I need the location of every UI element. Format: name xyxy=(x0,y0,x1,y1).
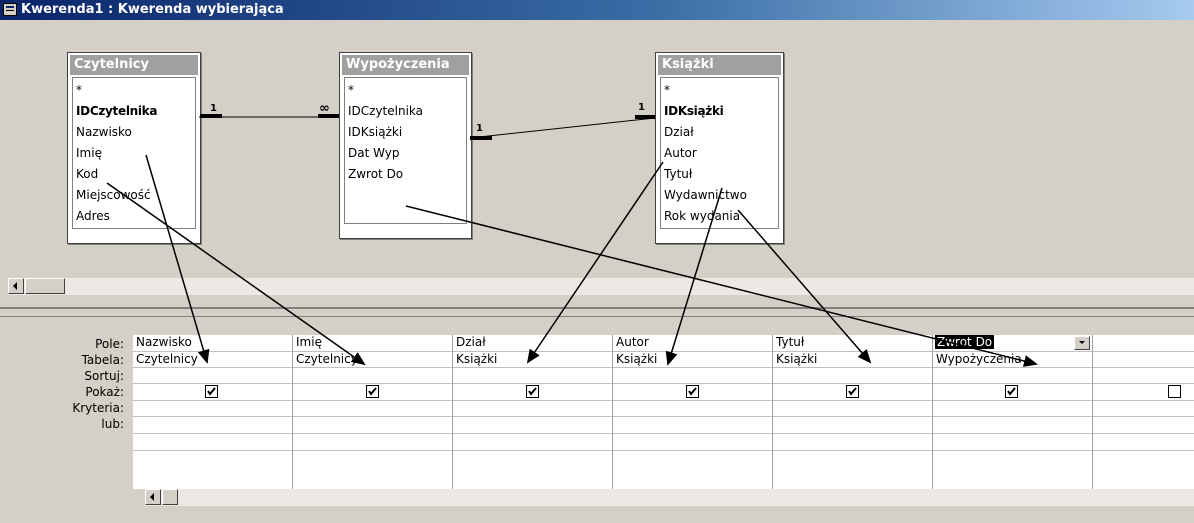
check-mark-icon xyxy=(207,387,216,396)
show-checkbox[interactable] xyxy=(1005,385,1018,398)
grid-cell-sort[interactable] xyxy=(613,368,773,384)
dropdown-arrow-icon[interactable] xyxy=(1074,336,1090,350)
pane-splitter[interactable] xyxy=(0,307,1194,317)
row-label-kryteria: Kryteria: xyxy=(72,401,124,415)
grid-cell-empty[interactable] xyxy=(293,451,453,489)
grid-cell-criteria[interactable] xyxy=(453,401,613,417)
grid-cell-or[interactable] xyxy=(933,417,1093,434)
selected-field-text: Zwrot Do xyxy=(935,335,995,349)
grid-cell-sort[interactable] xyxy=(773,368,933,384)
check-mark-icon xyxy=(848,387,857,396)
design-pane-scrollbar[interactable] xyxy=(8,278,1194,295)
grid-cell-empty[interactable] xyxy=(133,451,293,489)
row-label-sortuj: Sortuj: xyxy=(84,369,124,383)
show-checkbox[interactable] xyxy=(366,385,379,398)
row-label-tabela: Tabela: xyxy=(81,353,124,367)
row-label-pokaz: Pokaż: xyxy=(85,385,124,399)
grid-cell-show xyxy=(613,384,773,401)
relationship-end-marker xyxy=(635,115,655,119)
relationship-lines: 1 ∞ 1 1 xyxy=(199,101,656,140)
scroll-left-icon[interactable] xyxy=(8,278,24,294)
grid-cell-sort[interactable] xyxy=(933,368,1093,384)
grid-cell-table[interactable] xyxy=(1093,352,1194,368)
grid-cell-show xyxy=(773,384,933,401)
grid-cell-criteria[interactable] xyxy=(933,401,1093,417)
grid-cell-empty[interactable] xyxy=(453,451,613,489)
grid-cell-sort[interactable] xyxy=(133,368,293,384)
grid-cell-empty[interactable] xyxy=(453,434,613,451)
grid-cell-sort[interactable] xyxy=(453,368,613,384)
relationship-label: ∞ xyxy=(319,101,330,116)
relationship-line[interactable] xyxy=(469,117,656,139)
relationship-end-marker xyxy=(470,136,492,140)
grid-cell-or[interactable] xyxy=(453,417,613,434)
grid-cell-empty[interactable] xyxy=(613,451,773,489)
relationship-label: 1 xyxy=(476,123,483,134)
grid-cell-show xyxy=(293,384,453,401)
grid-cell-field[interactable]: Nazwisko xyxy=(133,335,293,352)
grid-cell-table[interactable]: Czytelnicy xyxy=(293,352,453,368)
grid-cell-criteria[interactable] xyxy=(133,401,293,417)
grid-cell-table[interactable]: Książki xyxy=(773,352,933,368)
show-checkbox[interactable] xyxy=(686,385,699,398)
show-checkbox[interactable] xyxy=(1168,385,1181,398)
check-mark-icon xyxy=(368,387,377,396)
grid-cell-empty[interactable] xyxy=(293,434,453,451)
grid-cell-field[interactable] xyxy=(1093,335,1194,352)
grid-cell-table[interactable]: Wypożyczenia xyxy=(933,352,1093,368)
grid-cell-or[interactable] xyxy=(293,417,453,434)
check-mark-icon xyxy=(1007,387,1016,396)
grid-cell-empty[interactable] xyxy=(773,451,933,489)
grid-cell-show xyxy=(453,384,613,401)
show-checkbox[interactable] xyxy=(526,385,539,398)
grid-cell-empty[interactable] xyxy=(613,434,773,451)
grid-cell-field[interactable]: Imię xyxy=(293,335,453,352)
grid-cell-empty[interactable] xyxy=(1093,451,1194,489)
grid-cell-show xyxy=(133,384,293,401)
grid-cell-criteria[interactable] xyxy=(773,401,933,417)
grid-cell-table[interactable]: Czytelnicy xyxy=(133,352,293,368)
row-label-pole: Pole: xyxy=(95,337,124,351)
grid-cell-sort[interactable] xyxy=(1093,368,1194,384)
grid-cell-empty[interactable] xyxy=(1093,434,1194,451)
grid-cell-field[interactable]: Dział xyxy=(453,335,613,352)
grid-cell-empty[interactable] xyxy=(933,451,1093,489)
grid-cell-show xyxy=(933,384,1093,401)
grid-cell-criteria[interactable] xyxy=(613,401,773,417)
grid-cell-empty[interactable] xyxy=(133,434,293,451)
grid-cell-or[interactable] xyxy=(773,417,933,434)
grid-scrollbar[interactable] xyxy=(145,489,1194,506)
grid-cell-sort[interactable] xyxy=(293,368,453,384)
grid-cell-criteria[interactable] xyxy=(1093,401,1194,417)
grid-cell-criteria[interactable] xyxy=(293,401,453,417)
show-checkbox[interactable] xyxy=(846,385,859,398)
check-mark-icon xyxy=(528,387,537,396)
row-label-lub: lub: xyxy=(101,417,124,431)
grid-cell-empty[interactable] xyxy=(773,434,933,451)
relationship-label: 1 xyxy=(210,103,217,114)
grid-cell-empty[interactable] xyxy=(933,434,1093,451)
grid-cell-field-selected[interactable]: Zwrot Do xyxy=(933,335,1093,352)
grid-cell-table[interactable]: Książki xyxy=(613,352,773,368)
grid-cell-or[interactable] xyxy=(133,417,293,434)
scroll-thumb[interactable] xyxy=(162,489,178,505)
grid-cell-or[interactable] xyxy=(1093,417,1194,434)
scroll-thumb[interactable] xyxy=(25,278,65,294)
query-design-grid: Nazwisko Czytelnicy Imię Czytelnicy Dzia… xyxy=(133,335,1194,489)
scroll-left-icon[interactable] xyxy=(145,489,161,505)
relationship-end-marker xyxy=(200,114,222,118)
grid-cell-field[interactable]: Autor xyxy=(613,335,773,352)
grid-cell-table[interactable]: Książki xyxy=(453,352,613,368)
check-mark-icon xyxy=(688,387,697,396)
grid-cell-show xyxy=(1093,384,1194,401)
grid-cell-field[interactable]: Tytuł xyxy=(773,335,933,352)
show-checkbox[interactable] xyxy=(205,385,218,398)
grid-cell-or[interactable] xyxy=(613,417,773,434)
relationship-label: 1 xyxy=(638,102,645,113)
